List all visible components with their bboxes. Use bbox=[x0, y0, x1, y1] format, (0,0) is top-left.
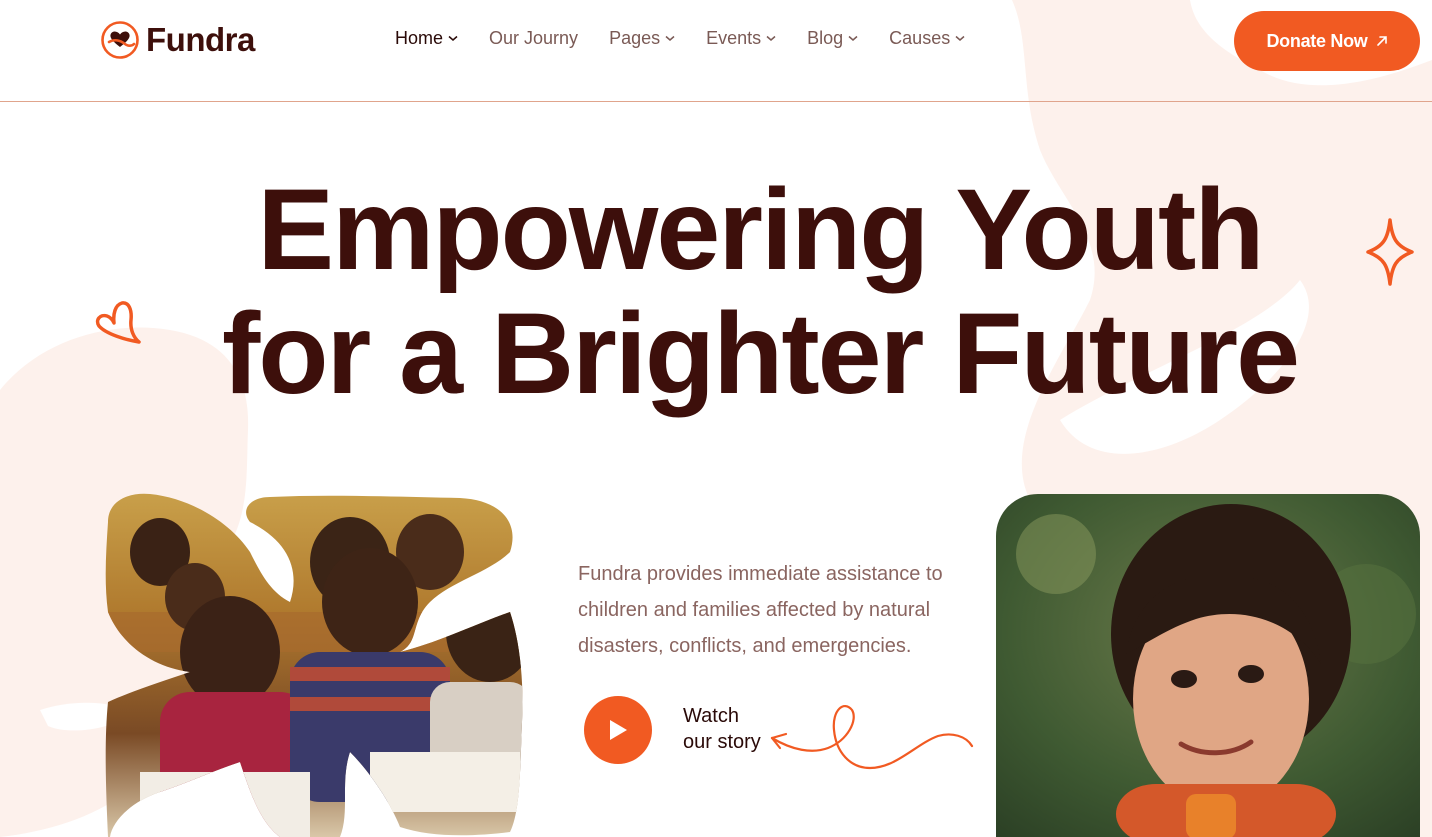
child-portrait-image bbox=[996, 494, 1420, 837]
donate-button-label: Donate Now bbox=[1266, 30, 1368, 51]
site-header: Fundra Home Our Journy Pages Events Blog… bbox=[0, 0, 1432, 102]
nav-item-home[interactable]: Home bbox=[395, 28, 458, 49]
curly-arrow-icon bbox=[770, 705, 974, 770]
watch-label-line-2: our story bbox=[683, 731, 761, 753]
brand-logo[interactable]: Fundra bbox=[100, 20, 255, 60]
brand-name: Fundra bbox=[146, 21, 255, 58]
hero-description: Fundra provides immediate assistance to … bbox=[578, 563, 943, 657]
nav-item-label: Pages bbox=[609, 28, 661, 48]
nav-item-our-journy[interactable]: Our Journy bbox=[489, 28, 578, 49]
chevron-down-icon bbox=[766, 35, 776, 41]
nav-item-label: Home bbox=[395, 28, 444, 48]
hero-title-line-1: Empowering Youth bbox=[257, 166, 1264, 294]
nav-item-events[interactable]: Events bbox=[706, 28, 776, 49]
arrow-up-right-icon bbox=[1376, 36, 1387, 46]
classroom-children-photo bbox=[105, 493, 523, 837]
smiling-child-photo bbox=[996, 494, 1420, 837]
nav-item-label: Blog bbox=[807, 28, 844, 48]
nav-item-label: Events bbox=[706, 28, 762, 48]
chevron-down-icon bbox=[448, 35, 458, 41]
watch-label-line-1: Watch bbox=[683, 705, 739, 727]
nav-item-blog[interactable]: Blog bbox=[807, 28, 858, 49]
play-video-button[interactable] bbox=[584, 696, 652, 764]
play-icon bbox=[610, 720, 627, 740]
hero-title-line-2: for a Brighter Future bbox=[221, 290, 1300, 418]
chevron-down-icon bbox=[848, 35, 858, 41]
donate-now-button[interactable]: Donate Now bbox=[1234, 11, 1420, 71]
nav-item-label: Our Journy bbox=[489, 28, 579, 48]
nav-item-label: Causes bbox=[889, 28, 951, 48]
heart-doodle-icon bbox=[95, 301, 141, 344]
main-nav: Home Our Journy Pages Events Blog Causes bbox=[395, 28, 965, 49]
sparkle-icon bbox=[1366, 218, 1414, 286]
nav-item-pages[interactable]: Pages bbox=[609, 28, 675, 49]
nav-item-causes[interactable]: Causes bbox=[889, 28, 965, 49]
chevron-down-icon bbox=[955, 35, 965, 41]
chevron-down-icon bbox=[665, 35, 675, 41]
hero-title: Empowering Youth for a Brighter Future bbox=[0, 168, 1432, 416]
heart-logo-icon bbox=[101, 21, 139, 59]
watch-story-link[interactable]: Watch our story bbox=[683, 703, 761, 755]
